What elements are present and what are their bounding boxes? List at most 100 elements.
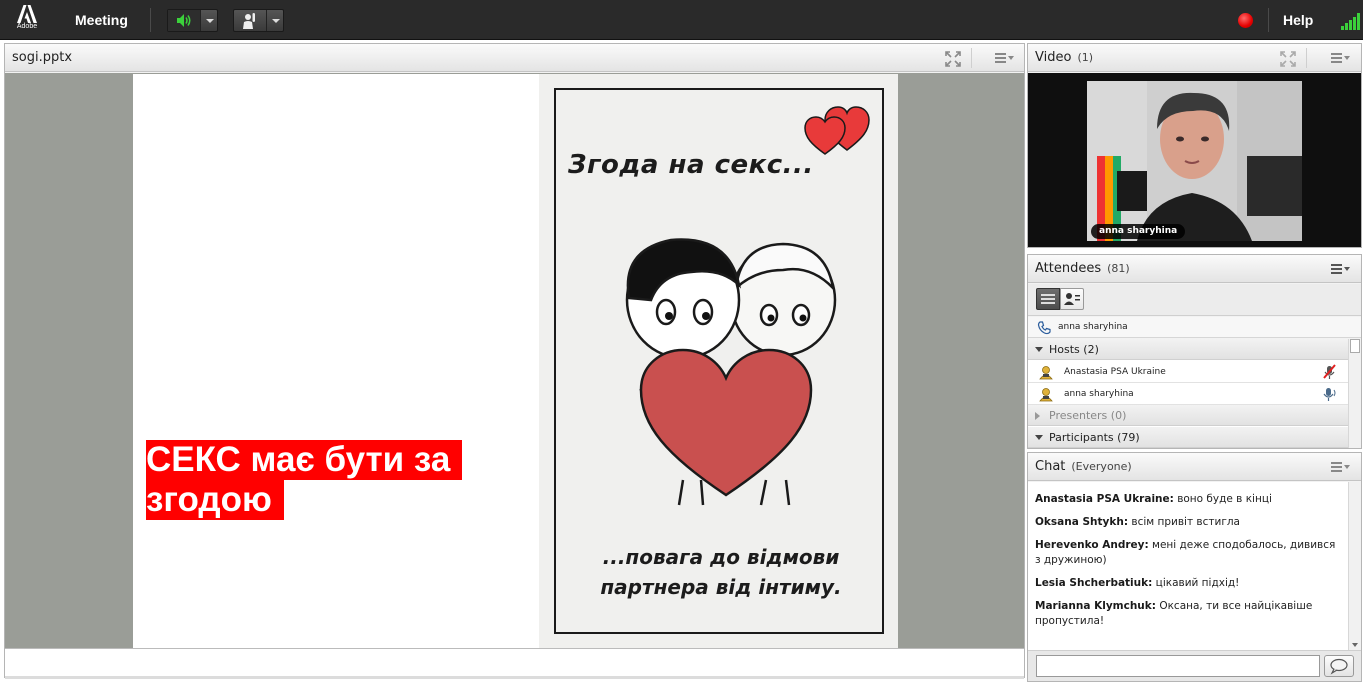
status-dropdown-button[interactable] (266, 10, 283, 31)
chat-sender: Lesia Shcherbatiuk: (1035, 577, 1153, 589)
chat-scrollbar[interactable] (1348, 482, 1361, 650)
presentation-slide: СЕКС має бути за згодою Згода на секс... (133, 74, 898, 648)
attendees-toolbar (1028, 284, 1361, 316)
meeting-menu[interactable]: Meeting (60, 10, 143, 30)
attendees-pod: Attendees (81) anna sharyhina Hosts (2) (1027, 254, 1362, 449)
chat-sender: Oksana Shtykh: (1035, 516, 1129, 528)
raise-hand-button[interactable] (233, 9, 284, 32)
attendee-row[interactable]: anna sharyhina (1028, 383, 1348, 405)
share-pod-scrollbar[interactable] (5, 676, 1024, 679)
share-pod-title: sogi.pptx (12, 50, 73, 65)
share-pod-footer (5, 648, 1024, 679)
webcam-video-feed[interactable]: anna sharyhina (1087, 81, 1302, 241)
attendees-pod-title: Attendees (1035, 261, 1102, 276)
chat-pod-title: Chat (1035, 459, 1066, 474)
pod-options-menu-icon[interactable] (1331, 264, 1350, 274)
video-pod-title: Video (1035, 50, 1072, 65)
presenters-group-header[interactable]: Presenters (0) (1028, 405, 1348, 426)
video-pod-header: Video (1) (1028, 44, 1361, 72)
webcam-image (1087, 81, 1302, 241)
header-divider (1306, 48, 1307, 68)
share-pod-header: sogi.pptx (5, 44, 1024, 72)
attendee-list-scrollbar[interactable] (1348, 339, 1361, 448)
header-divider (971, 48, 972, 68)
list-view-button[interactable] (1036, 288, 1060, 310)
speech-bubble-icon (1330, 658, 1348, 675)
chevron-down-icon (1035, 435, 1043, 440)
hosts-group-header[interactable]: Hosts (2) (1028, 339, 1348, 360)
chat-text: всім привіт встигла (1131, 516, 1240, 528)
microphone-muted-icon (1323, 364, 1336, 379)
chat-text: цікавий підхід! (1155, 577, 1240, 589)
person-list-icon (1064, 293, 1080, 305)
toolbar-separator (150, 8, 151, 32)
chat-sender: Marianna Klymchuk: (1035, 600, 1156, 612)
chat-message: Lesia Shcherbatiuk: цікавий підхід! (1035, 576, 1338, 591)
chat-message-list: Anastasia PSA Ukraine: воно буде в кінці… (1028, 482, 1348, 650)
chat-message-input[interactable] (1036, 655, 1320, 677)
pod-options-menu-icon[interactable] (995, 53, 1014, 63)
couple-illustration (625, 238, 837, 506)
fullscreen-icon[interactable] (1280, 51, 1296, 67)
attendee-status-view-button[interactable] (1060, 288, 1084, 310)
microphone-active-icon (1323, 388, 1336, 401)
chat-input-bar (1028, 650, 1361, 681)
attendees-count: (81) (1107, 262, 1130, 275)
top-bar: Adobe Meeting Help (0, 0, 1363, 40)
attendee-name: anna sharyhina (1064, 389, 1134, 399)
scrollbar-thumb[interactable] (1350, 339, 1360, 353)
pod-options-menu-icon[interactable] (1331, 53, 1350, 63)
chat-message: Marianna Klymchuk: Оксана, ти все найцік… (1035, 599, 1338, 629)
adobe-logo: Adobe (8, 3, 46, 37)
speaker-icon (168, 10, 200, 31)
slide-headline-text: СЕКС має бути за згодою (146, 440, 463, 520)
hearts-icon (804, 106, 870, 155)
chat-sender: Herevenko Andrey: (1035, 539, 1149, 551)
poster-caption: ...повага до відмови партнера від інтиму… (562, 542, 880, 602)
scroll-down-arrow-icon[interactable] (1352, 643, 1358, 647)
attendee-list: Hosts (2) Anastasia PSA Ukraine anna sha… (1028, 339, 1348, 448)
chevron-down-icon (1035, 347, 1043, 352)
speaker-button[interactable] (167, 9, 218, 32)
chat-message: Anastasia PSA Ukraine: воно буде в кінці (1035, 492, 1338, 507)
pod-options-menu-icon[interactable] (1331, 462, 1350, 472)
video-pod: Video (1) anna sharyhina (1027, 43, 1362, 248)
video-area: anna sharyhina (1028, 73, 1361, 247)
presenters-group-label: Presenters (0) (1049, 409, 1127, 422)
slide-poster-image: Згода на секс... ...повага до відмови па… (539, 74, 898, 648)
active-speaker-name: anna sharyhina (1058, 322, 1128, 332)
poster-caption-line: ...повага до відмови (602, 545, 840, 569)
attendee-row[interactable]: Anastasia PSA Ukraine (1028, 361, 1348, 383)
share-content-area: СЕКС має бути за згодою Згода на секс... (5, 73, 1024, 648)
slide-headline: СЕКС має бути за згодою (146, 440, 482, 520)
active-speaker-row[interactable]: anna sharyhina (1028, 317, 1361, 338)
host-user-icon (1039, 388, 1053, 402)
participants-group-label: Participants (79) (1049, 431, 1140, 444)
video-name-tag: anna sharyhina (1091, 224, 1186, 239)
attendee-name: Anastasia PSA Ukraine (1064, 367, 1166, 377)
participants-group-header[interactable]: Participants (79) (1028, 427, 1348, 448)
help-menu[interactable]: Help (1283, 10, 1313, 30)
poster-caption-line: партнера від інтиму. (600, 575, 842, 599)
poster-frame: Згода на секс... ...повага до відмови па… (554, 88, 884, 634)
host-user-icon (1039, 366, 1053, 380)
chevron-down-icon (206, 19, 214, 23)
recording-indicator-icon[interactable] (1238, 13, 1253, 28)
chat-scope: (Everyone) (1071, 460, 1132, 473)
chat-sender: Anastasia PSA Ukraine: (1035, 493, 1174, 505)
poster-title: Згода на секс... (568, 150, 814, 180)
connection-signal-icon (1341, 12, 1361, 30)
chevron-down-icon (272, 19, 280, 23)
toolbar-separator (1268, 8, 1269, 32)
send-message-button[interactable] (1324, 655, 1354, 677)
fullscreen-icon[interactable] (945, 51, 961, 67)
share-pod: sogi.pptx СЕКС має бути за згодою Згода … (4, 43, 1025, 679)
attendees-pod-header: Attendees (81) (1028, 255, 1361, 283)
chat-message: Herevenko Andrey: мені деже сподобалось,… (1035, 538, 1338, 568)
hosts-group-label: Hosts (2) (1049, 343, 1099, 356)
speaker-dropdown-button[interactable] (200, 10, 217, 31)
video-count: (1) (1077, 51, 1094, 64)
chevron-right-icon (1035, 412, 1040, 420)
chat-pod-header: Chat (Everyone) (1028, 453, 1361, 481)
raise-hand-icon (234, 10, 266, 31)
